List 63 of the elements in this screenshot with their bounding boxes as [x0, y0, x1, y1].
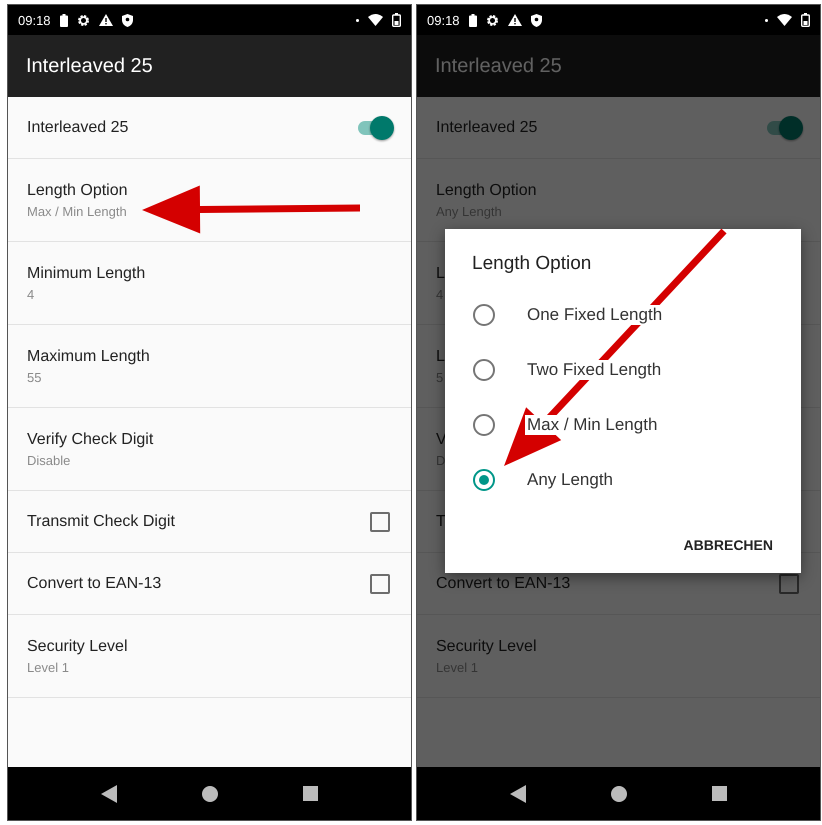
wifi-icon	[777, 14, 792, 26]
warning-icon	[98, 14, 113, 26]
option-label[interactable]: Max / Min Length	[525, 414, 660, 434]
toggle-switch[interactable]	[356, 116, 392, 140]
setting-row[interactable]: Transmit Check Digit	[8, 491, 411, 553]
setting-value: Disable	[27, 452, 72, 468]
setting-title: T	[436, 512, 446, 530]
app-bar-title: Interleaved 25	[435, 54, 562, 78]
setting-row[interactable]: Convert to EAN-13	[8, 553, 411, 615]
home-icon[interactable]	[202, 786, 218, 802]
setting-row[interactable]: Maximum Length 55	[8, 325, 411, 408]
setting-title: Interleaved 25	[27, 118, 128, 136]
setting-title: L	[436, 264, 445, 282]
setting-row[interactable]: Security Level Level 1	[8, 615, 411, 698]
dialog-title: Length Option	[471, 253, 592, 276]
checkbox[interactable]	[370, 512, 390, 532]
setting-row[interactable]: Interleaved 25	[8, 97, 411, 159]
setting-title: Security Level	[27, 638, 128, 656]
status-time: 09:18	[427, 12, 460, 28]
gear-icon	[76, 14, 90, 26]
warning-icon	[508, 14, 522, 26]
app-bar-title: Interleaved 25	[26, 54, 153, 78]
setting-title: Security Level	[436, 638, 536, 656]
recents-icon[interactable]	[303, 786, 318, 801]
setting-title: Maximum Length	[27, 348, 150, 366]
status-time: 09:18	[18, 12, 51, 28]
setting-title: Convert to EAN-13	[27, 574, 162, 592]
home-icon[interactable]	[610, 786, 627, 802]
wifi-icon	[368, 14, 383, 26]
setting-title: Minimum Length	[27, 264, 146, 282]
setting-title: Transmit Check Digit	[27, 512, 175, 530]
option-label[interactable]: One Fixed Length	[525, 304, 664, 324]
back-icon[interactable]	[100, 784, 117, 802]
dot-icon	[765, 18, 768, 22]
battery-icon	[801, 13, 810, 27]
radio-button[interactable]	[473, 414, 495, 436]
shield-icon	[530, 14, 542, 26]
setting-value: Max / Min Length	[27, 204, 128, 218]
back-icon[interactable]	[510, 784, 526, 802]
setting-row[interactable]: Verify Check Digit Disable	[8, 408, 411, 491]
setting-title: Length Option	[436, 182, 537, 200]
toggle-switch[interactable]	[765, 116, 801, 140]
setting-value: 55	[27, 370, 42, 384]
setting-row[interactable]: Minimum Length 4	[8, 242, 411, 325]
setting-title: Convert to EAN-13	[436, 574, 570, 592]
option-label[interactable]: Two Fixed Length	[525, 360, 664, 380]
setting-value: 4	[27, 286, 36, 302]
setting-title: L	[436, 348, 445, 366]
battery-icon	[468, 14, 477, 26]
recents-icon[interactable]	[712, 786, 728, 801]
checkbox[interactable]	[370, 574, 390, 594]
setting-title: Interleaved 25	[436, 118, 538, 136]
shield-icon	[122, 14, 133, 26]
setting-title: Verify Check Digit	[27, 430, 154, 448]
radio-button[interactable]	[473, 304, 495, 326]
dot-icon	[356, 18, 359, 22]
gear-icon	[486, 14, 499, 26]
setting-title: Length Option	[27, 182, 128, 200]
setting-value: Level 1	[27, 660, 70, 674]
radio-button[interactable]	[473, 358, 495, 380]
radio-button[interactable]	[473, 468, 495, 490]
battery-icon	[60, 14, 68, 26]
battery-icon	[392, 13, 401, 27]
